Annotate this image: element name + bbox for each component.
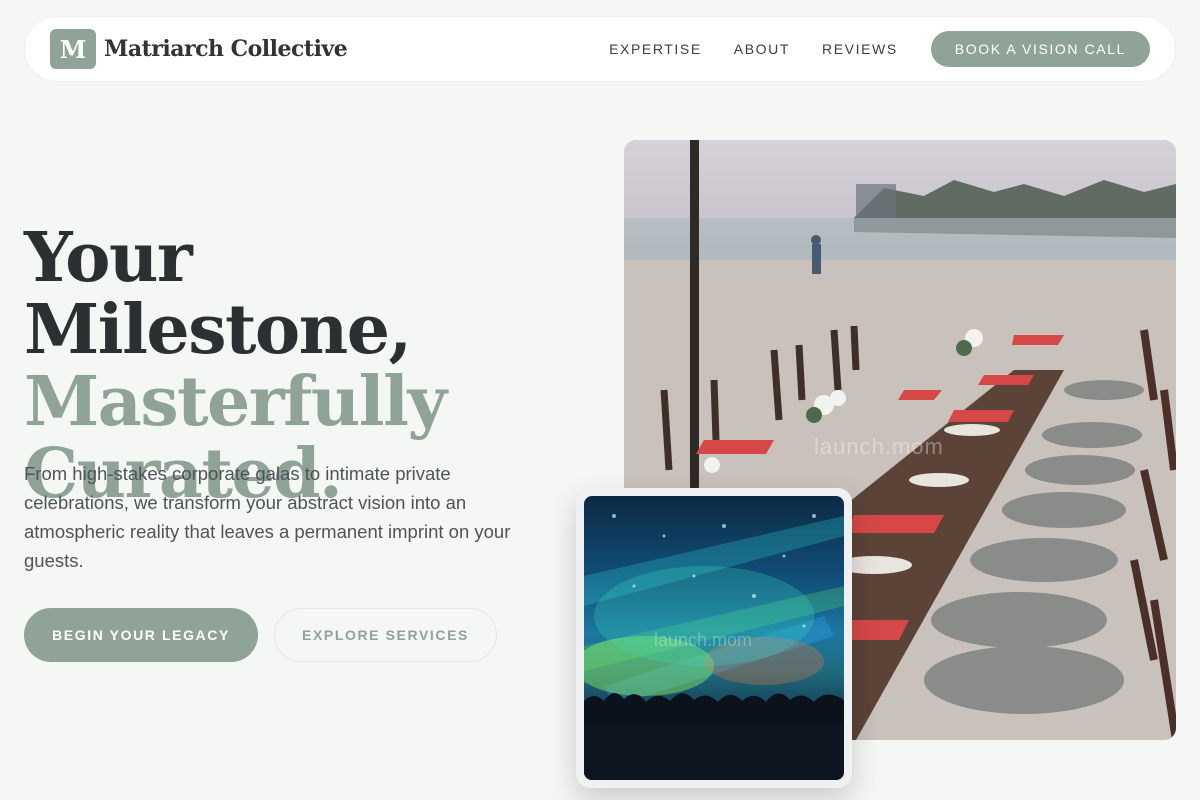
begin-your-legacy-button[interactable]: BEGIN YOUR LEGACY bbox=[24, 608, 258, 662]
logo-mark: M bbox=[50, 29, 96, 69]
top-navigation-bar: M Matriarch Collective EXPERTISE ABOUT R… bbox=[24, 16, 1176, 82]
hero-title-line-1: Your Milestone, bbox=[24, 218, 412, 370]
nav-link-expertise[interactable]: EXPERTISE bbox=[609, 41, 702, 57]
concert-photo: launch.mom bbox=[584, 496, 844, 780]
book-vision-call-button[interactable]: BOOK A VISION CALL bbox=[930, 31, 1150, 67]
brand-name: Matriarch Collective bbox=[104, 36, 348, 62]
hero-description: From high-stakes corporate galas to inti… bbox=[24, 463, 511, 571]
nav-link-reviews[interactable]: REVIEWS bbox=[822, 41, 898, 57]
nav-link-about[interactable]: ABOUT bbox=[734, 41, 790, 57]
main-image-watermark: launch.mom bbox=[814, 434, 944, 459]
nav-links: EXPERTISE ABOUT REVIEWS BOOK A VISION CA… bbox=[609, 31, 1150, 67]
inset-image-watermark: launch.mom bbox=[654, 630, 753, 650]
brand[interactable]: M Matriarch Collective bbox=[50, 29, 348, 69]
explore-services-button[interactable]: EXPLORE SERVICES bbox=[274, 608, 497, 662]
hero-title-line-2: Masterfully bbox=[24, 362, 447, 442]
